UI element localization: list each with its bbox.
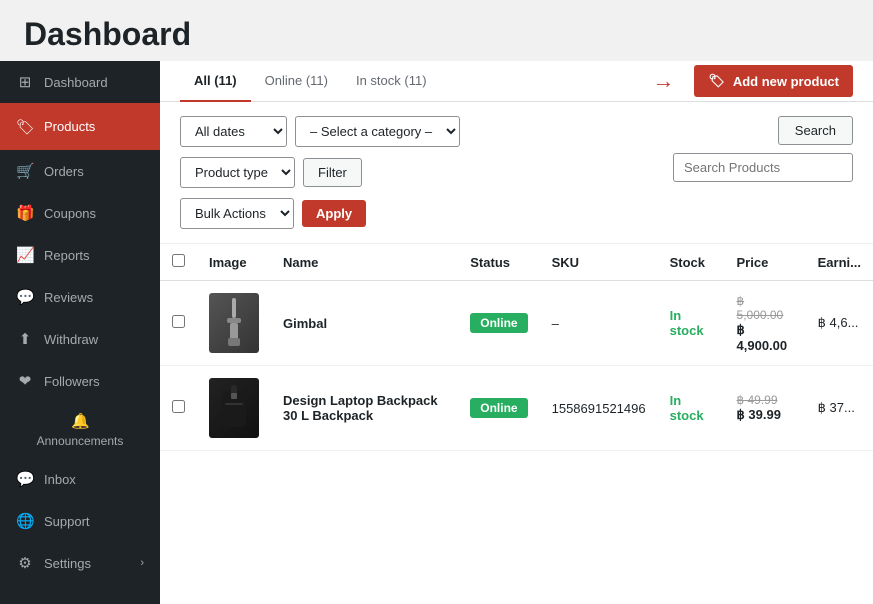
followers-icon: ❤ <box>16 372 34 390</box>
search-button[interactable]: Search <box>778 116 853 145</box>
product-type-filter-select[interactable]: Product type <box>180 157 295 188</box>
row-earnings-2: ฿ 37... <box>806 366 873 451</box>
sidebar-label-withdraw: Withdraw <box>44 332 144 347</box>
row-earnings-1: ฿ 4,6... <box>806 281 873 366</box>
sidebar-item-dashboard[interactable]: ⊞ Dashboard <box>0 61 160 103</box>
sidebar-label-announcements: Announcements <box>37 434 124 448</box>
table-header-price: Price <box>725 244 806 281</box>
add-product-button[interactable]: 🏷 Add new product <box>694 65 853 97</box>
row-status-2: Online <box>458 366 539 451</box>
tabs-list: All (11) Online (11) In stock (11) <box>180 61 441 101</box>
table-header-checkbox <box>160 244 197 281</box>
tab-all[interactable]: All (11) <box>180 61 251 102</box>
settings-chevron-icon: › <box>140 557 144 569</box>
dashboard-icon: ⊞ <box>16 73 34 91</box>
inbox-icon: 💬 <box>16 470 34 488</box>
sidebar-item-announcements[interactable]: 🔔 Announcements <box>0 402 160 458</box>
table-row: Gimbal Online – In stock ฿ 5,000.00 ฿ 4,… <box>160 281 873 366</box>
sidebar-item-reports[interactable]: 📈 Reports <box>0 234 160 276</box>
sidebar-label-reviews: Reviews <box>44 290 144 305</box>
products-table: Image Name Status SKU Stock Price Earni.… <box>160 244 873 451</box>
sidebar-label-followers: Followers <box>44 374 144 389</box>
sidebar-label-orders: Orders <box>44 164 144 179</box>
row-sku-1: – <box>540 281 658 366</box>
announcements-icon: 🔔 <box>71 412 89 430</box>
table-header-earnings: Earni... <box>806 244 873 281</box>
row-name-1: Gimbal <box>271 281 458 366</box>
status-badge-2: Online <box>470 398 527 418</box>
sidebar: ⊞ Dashboard 🏷 Products ◄ 🛒 Orders 🎁 Coup… <box>0 61 160 604</box>
row-name-2: Design Laptop Backpack 30 L Backpack <box>271 366 458 451</box>
row-select-checkbox-1[interactable] <box>172 315 185 328</box>
row-status-1: Online <box>458 281 539 366</box>
orders-icon: 🛒 <box>16 162 34 180</box>
main-content: All (11) Online (11) In stock (11) → 🏷 A… <box>160 61 873 604</box>
tabs-bar: All (11) Online (11) In stock (11) → 🏷 A… <box>160 61 873 102</box>
table-header-name: Name <box>271 244 458 281</box>
tab-instock[interactable]: In stock (11) <box>342 61 441 102</box>
reports-icon: 📈 <box>16 246 34 264</box>
sidebar-label-support: Support <box>44 514 144 529</box>
bulk-actions-select[interactable]: Bulk Actions <box>180 198 294 229</box>
filter-button[interactable]: Filter <box>303 158 362 187</box>
filters-area: All dates Today This week This month – S… <box>160 102 873 244</box>
table-header-image: Image <box>197 244 271 281</box>
support-icon: 🌐 <box>16 512 34 530</box>
sidebar-label-dashboard: Dashboard <box>44 75 144 90</box>
sidebar-item-inbox[interactable]: 💬 Inbox <box>0 458 160 500</box>
products-arrow: ◄ <box>124 115 144 138</box>
reviews-icon: 💬 <box>16 288 34 306</box>
row-sku-2: 1558691521496 <box>540 366 658 451</box>
sidebar-label-settings: Settings <box>44 556 130 571</box>
row-price-1: ฿ 5,000.00 ฿ 4,900.00 <box>725 281 806 366</box>
add-product-label: Add new product <box>733 74 839 89</box>
search-input[interactable] <box>673 153 853 182</box>
sidebar-item-followers[interactable]: ❤ Followers <box>0 360 160 402</box>
coupons-icon: 🎁 <box>16 204 34 222</box>
sidebar-item-support[interactable]: 🌐 Support <box>0 500 160 542</box>
add-product-arrow: → <box>652 68 674 94</box>
date-filter-select[interactable]: All dates Today This week This month <box>180 116 287 147</box>
apply-button[interactable]: Apply <box>302 200 366 227</box>
table-header-stock: Stock <box>658 244 725 281</box>
table-header-status: Status <box>458 244 539 281</box>
category-filter-select[interactable]: – Select a category – <box>295 116 460 147</box>
page-title: Dashboard <box>0 0 873 61</box>
sidebar-item-settings[interactable]: ⚙ Settings › <box>0 542 160 584</box>
status-badge-1: Online <box>470 313 527 333</box>
sidebar-label-products: Products <box>44 119 110 134</box>
table-header-sku: SKU <box>540 244 658 281</box>
sidebar-label-reports: Reports <box>44 248 144 263</box>
row-checkbox-1 <box>160 281 197 366</box>
row-select-checkbox-2[interactable] <box>172 400 185 413</box>
sidebar-item-reviews[interactable]: 💬 Reviews <box>0 276 160 318</box>
products-icon: 🏷 <box>16 118 34 136</box>
sidebar-item-withdraw[interactable]: ⬆ Withdraw <box>0 318 160 360</box>
withdraw-icon: ⬆ <box>16 330 34 348</box>
sidebar-item-coupons[interactable]: 🎁 Coupons <box>0 192 160 234</box>
table-row: Design Laptop Backpack 30 L Backpack Onl… <box>160 366 873 451</box>
add-product-icon: 🏷 <box>708 73 725 89</box>
product-image-backpack <box>209 378 259 438</box>
row-checkbox-2 <box>160 366 197 451</box>
product-image-gimbal <box>209 293 259 353</box>
row-price-2: ฿ 49.99 ฿ 39.99 <box>725 366 806 451</box>
row-image-1 <box>197 281 271 366</box>
row-stock-2: In stock <box>658 366 725 451</box>
row-image-2 <box>197 366 271 451</box>
row-stock-1: In stock <box>658 281 725 366</box>
settings-icon: ⚙ <box>16 554 34 572</box>
tab-online[interactable]: Online (11) <box>251 61 342 102</box>
select-all-checkbox[interactable] <box>172 254 185 267</box>
sidebar-item-products[interactable]: 🏷 Products ◄ <box>0 103 160 150</box>
sidebar-item-orders[interactable]: 🛒 Orders <box>0 150 160 192</box>
sidebar-label-coupons: Coupons <box>44 206 144 221</box>
sidebar-label-inbox: Inbox <box>44 472 144 487</box>
